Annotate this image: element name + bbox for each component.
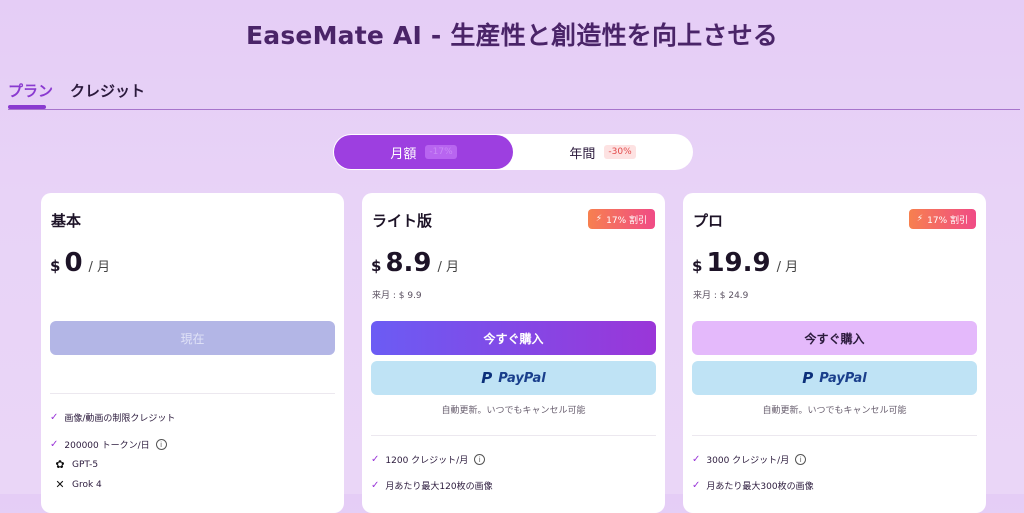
openai-icon: ✿	[55, 458, 65, 471]
feature-item: ✓ 1200 クレジット/月 i	[371, 453, 486, 466]
feature-item: ✓ 月あたり最大300枚の画像	[692, 479, 814, 492]
price-amount: 8.9	[385, 248, 432, 278]
check-icon: ✓	[50, 412, 59, 423]
billing-period-toggle: 月額 -17% 年間 -30%	[333, 134, 693, 170]
buy-now-button[interactable]: 今すぐ購入	[692, 321, 977, 355]
lightning-icon: ⚡	[916, 214, 924, 224]
discount-badge: ⚡ 17% 割引	[587, 209, 655, 229]
tab-credits[interactable]: クレジット	[70, 80, 145, 101]
plan-card-lite: ライト版 ⚡ 17% 割引 $ 8.9 / 月 来月 : $ 9.9 今すぐ購入…	[362, 193, 665, 513]
yearly-label: 年間	[569, 146, 596, 162]
paypal-label: PayPal	[498, 370, 546, 386]
price-period: / 月	[776, 260, 799, 275]
discount-badge: ⚡ 17% 割引	[908, 209, 976, 229]
check-icon: ✓	[371, 480, 380, 491]
plan-price: $ 0 / 月	[50, 248, 110, 278]
paypal-label: PayPal	[819, 370, 867, 386]
paypal-button[interactable]: P PayPal	[371, 361, 656, 395]
monthly-discount-badge: -17%	[425, 145, 457, 159]
plan-card-pro: プロ ⚡ 17% 割引 $ 19.9 / 月 来月 : $ 24.9 今すぐ購入…	[683, 193, 986, 513]
price-amount: 0	[64, 248, 83, 278]
model-item: ✿ GPT-5	[54, 458, 98, 471]
paypal-icon: P	[481, 369, 493, 387]
current-plan-button[interactable]: 現在	[50, 321, 335, 355]
tab-plans[interactable]: プラン	[8, 80, 53, 101]
tab-divider	[8, 109, 1020, 110]
feature-text: 画像/動画の制限クレジット	[64, 414, 176, 424]
model-item: ✕ Grok 4	[54, 478, 102, 491]
feature-text: 月あたり最大120枚の画像	[385, 482, 493, 492]
feature-item: ✓ 3000 クレジット/月 i	[692, 453, 807, 466]
price-amount: 19.9	[706, 248, 771, 278]
info-icon[interactable]: i	[155, 439, 167, 450]
monthly-label: 月額	[390, 146, 417, 162]
next-month-price: 来月 : $ 9.9	[372, 291, 422, 301]
discount-badge-text: 17% 割引	[927, 215, 968, 226]
model-label: GPT-5	[72, 459, 99, 470]
feature-item: ✓ 月あたり最大120枚の画像	[371, 479, 493, 492]
discount-badge-text: 17% 割引	[606, 215, 647, 226]
check-icon: ✓	[692, 480, 701, 491]
plan-name: ライト版	[372, 212, 433, 230]
lightning-icon: ⚡	[595, 214, 603, 224]
currency-symbol: $	[50, 257, 61, 275]
plan-name: プロ	[693, 212, 724, 230]
currency-symbol: $	[371, 257, 382, 275]
feature-text: 3000 クレジット/月	[706, 456, 790, 466]
info-icon[interactable]: i	[474, 454, 486, 465]
check-icon: ✓	[50, 439, 59, 450]
monthly-option[interactable]: 月額 -17%	[334, 135, 513, 169]
card-divider	[371, 435, 656, 436]
feature-item: ✓ 画像/動画の制限クレジット	[50, 411, 175, 424]
yearly-option[interactable]: 年間 -30%	[513, 135, 692, 169]
auto-renew-note: 自動更新。いつでもキャンセル可能	[441, 406, 586, 416]
info-icon[interactable]: i	[795, 454, 807, 465]
price-period: / 月	[437, 260, 460, 275]
plan-price: $ 8.9 / 月	[371, 248, 459, 278]
feature-text: 200000 トークン/日	[64, 441, 150, 451]
buy-now-button[interactable]: 今すぐ購入	[371, 321, 656, 355]
feature-text: 月あたり最大300枚の画像	[706, 482, 814, 492]
check-icon: ✓	[692, 454, 701, 465]
card-divider	[50, 393, 335, 394]
card-divider	[692, 435, 977, 436]
paypal-button[interactable]: P PayPal	[692, 361, 977, 395]
plan-card-basic: 基本 $ 0 / 月 現在 ✓ 画像/動画の制限クレジット ✓ 200000 ト…	[41, 193, 344, 513]
paypal-icon: P	[802, 369, 814, 387]
feature-text: 1200 クレジット/月	[385, 456, 469, 466]
grok-icon: ✕	[55, 478, 65, 491]
plan-price: $ 19.9 / 月	[692, 248, 798, 278]
page-title: EaseMate AI - 生産性と創造性を向上させる	[246, 21, 778, 50]
plan-name: 基本	[51, 212, 82, 230]
check-icon: ✓	[371, 454, 380, 465]
feature-item: ✓ 200000 トークン/日 i	[50, 438, 167, 451]
next-month-price: 来月 : $ 24.9	[693, 291, 749, 301]
auto-renew-note: 自動更新。いつでもキャンセル可能	[762, 406, 907, 416]
price-period: / 月	[88, 260, 111, 275]
yearly-discount-badge: -30%	[604, 145, 636, 159]
model-label: Grok 4	[72, 479, 102, 490]
currency-symbol: $	[692, 257, 703, 275]
